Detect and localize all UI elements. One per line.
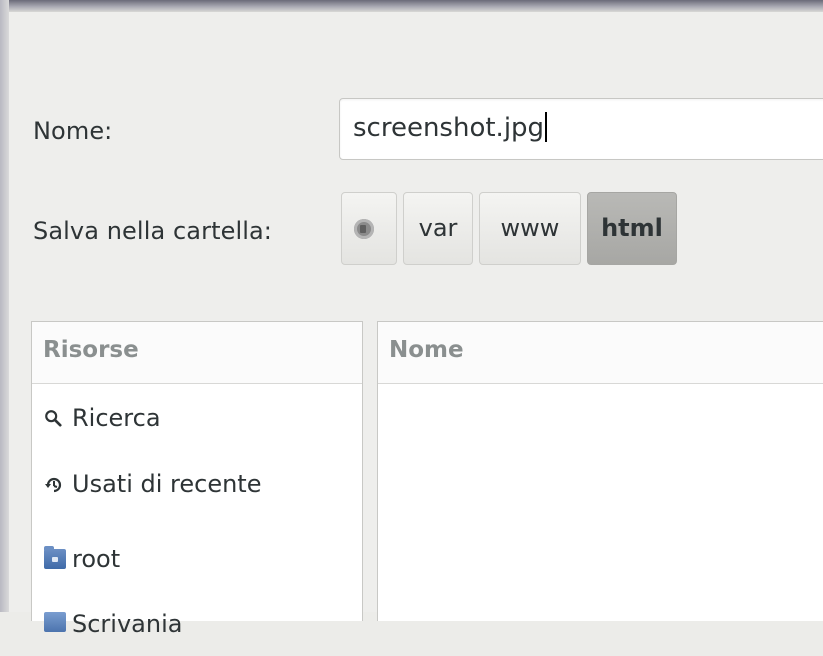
- sidebar-item-desktop[interactable]: Scrivania: [32, 600, 362, 656]
- sidebar-item-label: Ricerca: [72, 404, 161, 432]
- file-list[interactable]: Nome: [377, 321, 823, 621]
- folder-home-icon: [44, 546, 66, 569]
- window-left-frame: [0, 0, 9, 612]
- column-header-name[interactable]: Nome: [389, 337, 464, 363]
- filename-input[interactable]: screenshot.jpg: [339, 98, 823, 160]
- save-dialog: Nome: screenshot.jpg Salva nella cartell…: [9, 12, 823, 638]
- search-icon: [45, 410, 62, 427]
- window-top-strip: [0, 0, 823, 12]
- sidebar-header: Risorse: [32, 322, 362, 384]
- sidebar-item-root[interactable]: root: [32, 535, 362, 591]
- filename-value: screenshot.jpg: [353, 112, 547, 143]
- text-caret: [545, 112, 547, 142]
- sidebar-item-label: root: [72, 545, 121, 573]
- path-crumb-var[interactable]: var: [403, 192, 473, 265]
- save-folder-label: Salva nella cartella:: [33, 217, 272, 245]
- sidebar-header-label: Risorse: [43, 337, 139, 363]
- recent-icon: [45, 477, 62, 493]
- places-sidebar: Risorse Ricerca Usati di recente root Sc…: [31, 321, 363, 638]
- sidebar-item-label: Scrivania: [72, 610, 183, 638]
- path-crumb-html[interactable]: html: [587, 192, 677, 265]
- file-list-header[interactable]: Nome: [378, 322, 823, 384]
- home-icon: [354, 219, 374, 239]
- path-crumb-home[interactable]: [341, 192, 397, 265]
- sidebar-item-search[interactable]: Ricerca: [32, 394, 362, 450]
- path-crumb-www[interactable]: www: [479, 192, 581, 265]
- sidebar-item-recent[interactable]: Usati di recente: [32, 460, 362, 516]
- sidebar-item-label: Usati di recente: [72, 470, 262, 498]
- name-label: Nome:: [33, 117, 113, 145]
- desktop-folder-icon: [44, 612, 66, 632]
